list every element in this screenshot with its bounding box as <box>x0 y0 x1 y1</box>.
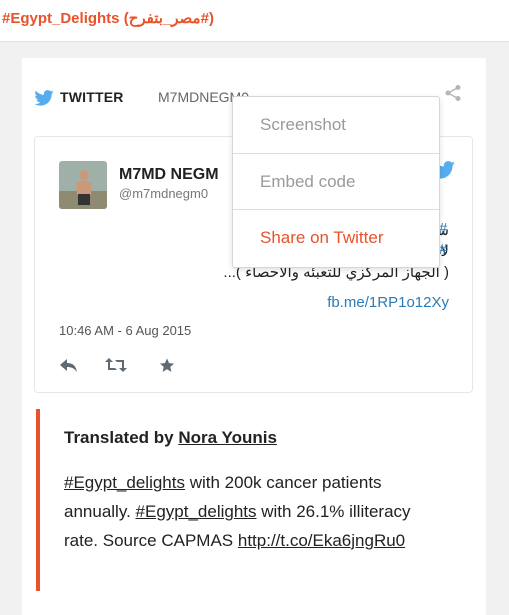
tweet-author-name[interactable]: M7MD NEGM <box>119 166 219 184</box>
tweet-hashtag-link[interactable]: # <box>439 241 447 258</box>
share-menu: Screenshot Embed code Share on Twitter <box>232 96 440 268</box>
hashtag-link[interactable]: #Egypt_delights <box>64 473 185 492</box>
translation-text: #Egypt_delights with 200k cancer patient… <box>64 468 444 555</box>
favorite-icon[interactable] <box>158 357 176 374</box>
translator-link[interactable]: Nora Younis <box>178 428 277 447</box>
retweet-icon[interactable] <box>105 357 127 373</box>
translation-heading: Translated by Nora Younis <box>64 428 277 448</box>
tweet-hashtag-link[interactable]: # <box>439 220 447 237</box>
reply-icon[interactable] <box>59 357 79 373</box>
menu-item-screenshot[interactable]: Screenshot <box>233 97 439 153</box>
tweet-timestamp[interactable]: 10:46 AM - 6 Aug 2015 <box>59 323 191 338</box>
translation-block: Translated by Nora Younis #Egypt_delight… <box>36 409 470 591</box>
hashtag-link[interactable]: #Egypt_delights <box>136 502 257 521</box>
menu-item-embed-code[interactable]: Embed code <box>233 153 439 209</box>
avatar[interactable] <box>59 161 107 209</box>
embed-source-label: TWITTER <box>60 89 124 105</box>
menu-item-share-on-twitter[interactable]: Share on Twitter <box>233 209 439 265</box>
translation-url-link[interactable]: http://t.co/Eka6jngRu0 <box>238 531 405 550</box>
tweet-author-handle[interactable]: @m7mdnegm0 <box>119 186 208 201</box>
top-bar: #Egypt_Delights (مصر_بتفرح#) <box>0 0 509 42</box>
hashtag-title[interactable]: #Egypt_Delights (مصر_بتفرح#) <box>2 9 214 27</box>
translation-heading-prefix: Translated by <box>64 428 174 447</box>
twitter-bird-icon <box>34 90 54 106</box>
tweet-link[interactable]: fb.me/1RP1o12Xy <box>327 294 449 311</box>
share-icon[interactable] <box>444 84 462 102</box>
